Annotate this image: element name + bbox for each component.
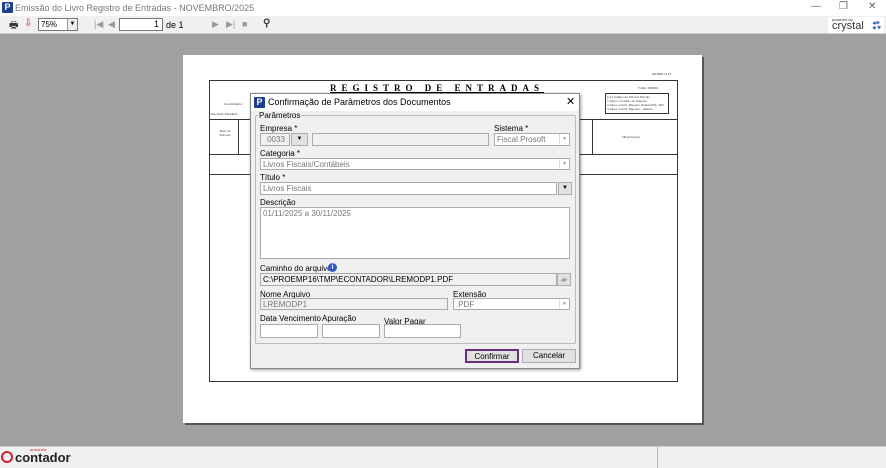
titulo-label: Título *: [260, 173, 286, 182]
titulo-dropdown-button[interactable]: ▼: [558, 182, 572, 195]
app-icon: P: [2, 2, 13, 13]
apuracao-label: Apuração: [322, 314, 357, 323]
report-contribuinte: Contribuinte:: [224, 102, 243, 106]
crystal-dots-icon: [872, 21, 881, 30]
zoom-value: 75%: [41, 20, 58, 29]
caminho-label: Caminho do arquivo*: [260, 264, 335, 273]
first-page-icon[interactable]: |◀: [94, 19, 103, 30]
descricao-textarea[interactable]: 01/11/2025 a 30/11/2025: [260, 207, 570, 259]
info-icon[interactable]: i: [328, 263, 337, 272]
prev-page-icon[interactable]: ◀: [108, 19, 115, 30]
restore-button[interactable]: ❐: [839, 1, 848, 12]
status-bar: contador ambiente: [0, 446, 886, 468]
empresa-dropdown-button[interactable]: ▼: [291, 133, 308, 146]
crystal-logo: powered by crystal: [828, 17, 884, 33]
extensao-select[interactable]: .PDF ▼: [453, 298, 570, 310]
page-count: de 1: [166, 20, 184, 30]
last-page-icon[interactable]: ▶|: [226, 19, 235, 30]
brand-text: crystal: [832, 20, 864, 32]
folder-icon[interactable]: ▰: [557, 273, 571, 286]
chevron-down-icon: ▼: [67, 19, 77, 30]
categoria-label: Categoria *: [260, 149, 301, 158]
contador-logo: contador: [15, 450, 71, 465]
parameters-dialog: P Confirmação de Parâmetros dos Document…: [250, 93, 580, 369]
nome-arquivo-input[interactable]: LREMODP1: [260, 298, 448, 310]
logo-superscript: ambiente: [30, 447, 47, 452]
minimize-button[interactable]: —: [811, 1, 821, 12]
empresa-name-input[interactable]: [312, 133, 489, 146]
report-observacoes: Observações: [622, 135, 640, 139]
empresa-label: Empresa *: [260, 124, 298, 133]
next-page-icon[interactable]: ▶: [212, 19, 219, 30]
app-icon: P: [254, 97, 265, 108]
dialog-title: Confirmação de Parâmetros dos Documentos: [268, 97, 451, 107]
sistema-label: Sistema *: [494, 124, 529, 133]
report-modelo: MODELO P1: [652, 72, 672, 76]
export-icon[interactable]: ⇩: [24, 18, 32, 29]
dialog-title-bar: P Confirmação de Parâmetros dos Document…: [251, 94, 579, 111]
empresa-code-input[interactable]: 0033: [260, 133, 290, 146]
close-icon[interactable]: ✕: [566, 95, 575, 108]
group-label: Parâmetros: [258, 111, 302, 120]
categoria-select[interactable]: Livros Fiscais/Contábeis ▼: [260, 158, 570, 170]
window-title: Emissão do Livro Registro de Entradas - …: [15, 3, 255, 13]
stop-icon[interactable]: ■: [242, 19, 247, 29]
zoom-select[interactable]: 75% ▼: [38, 18, 78, 31]
report-folha: Folha: 000001: [638, 86, 659, 90]
report-title: REGISTRO DE ENTRADAS: [330, 83, 545, 93]
sistema-select[interactable]: Fiscal Prosoft ▼: [494, 133, 570, 146]
report-inscricao: Inscrição Estadual:: [211, 112, 238, 116]
page-number-input[interactable]: 1: [119, 18, 163, 31]
data-vencimento-input[interactable]: [260, 324, 318, 338]
apuracao-input[interactable]: [322, 324, 380, 338]
print-icon[interactable]: 🖶: [9, 18, 18, 35]
confirmar-button[interactable]: Confirmar: [465, 349, 519, 363]
data-vencimento-label: Data Vencimento: [260, 314, 321, 323]
descricao-label: Descrição: [260, 198, 296, 207]
contador-logo-icon: [1, 451, 13, 463]
report-legend: (1) Códigos de Valores Fiscais 1-Oper. c/…: [605, 93, 669, 114]
titulo-input[interactable]: Livros Fiscais: [260, 182, 557, 195]
report-data-entrada: Data de Entrada: [219, 129, 231, 137]
title-bar: P Emissão do Livro Registro de Entradas …: [0, 0, 886, 16]
close-button[interactable]: ✕: [868, 1, 876, 12]
valor-pagar-input[interactable]: [384, 324, 461, 338]
caminho-input[interactable]: C:\PROEMP16\TMP\ECONTADOR\LREMODP1.PDF: [260, 273, 557, 286]
cancelar-button[interactable]: Cancelar: [522, 349, 576, 363]
search-binoculars-icon[interactable]: ⚲: [263, 18, 270, 29]
